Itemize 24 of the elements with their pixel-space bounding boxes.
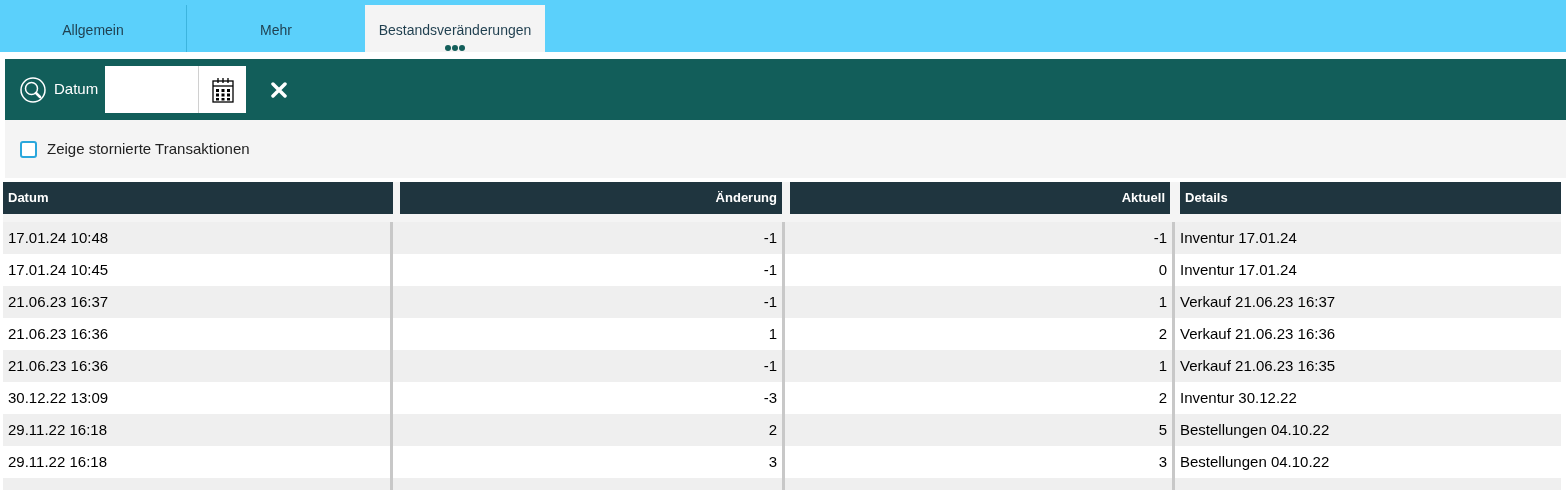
checkbox[interactable] [20, 140, 37, 158]
column-header[interactable]: Aktuell [790, 182, 1170, 214]
tab[interactable]: Allgemein [0, 5, 186, 52]
calendar-button[interactable] [198, 66, 247, 113]
table-cell-text: Verkauf 21.06.23 16:35 [1179, 355, 1337, 376]
column-header[interactable]: Datum [3, 182, 393, 214]
tab[interactable]: Bestandsveränderungen [365, 5, 545, 52]
table-cell-text: Verkauf 21.06.23 16:36 [1179, 323, 1337, 344]
table-cell-text: Inventur 17.01.24 [1179, 227, 1298, 248]
search-icon [20, 76, 46, 103]
date-input[interactable] [105, 66, 199, 113]
column-header[interactable]: Änderung [400, 182, 782, 214]
filter-label: Datum [54, 79, 99, 100]
column-header[interactable]: Details [1180, 182, 1561, 214]
table-cell-text: Inventur 30.12.22 [1179, 387, 1298, 408]
table-cell-text: Verkauf 21.06.23 16:37 [1179, 291, 1337, 312]
calendar-icon [211, 76, 234, 103]
more-dots-icon [445, 45, 465, 51]
table-cell-text: Bestellungen 04.10.22 [1179, 419, 1331, 440]
clear-button[interactable] [271, 81, 288, 98]
table-cell-text: Bestellungen 04.10.22 [1179, 451, 1331, 472]
close-icon [271, 81, 288, 98]
checkbox-label[interactable]: Zeige stornierte Transaktionen [47, 137, 250, 161]
table-cell-text: Inventur 17.01.24 [1179, 259, 1298, 280]
